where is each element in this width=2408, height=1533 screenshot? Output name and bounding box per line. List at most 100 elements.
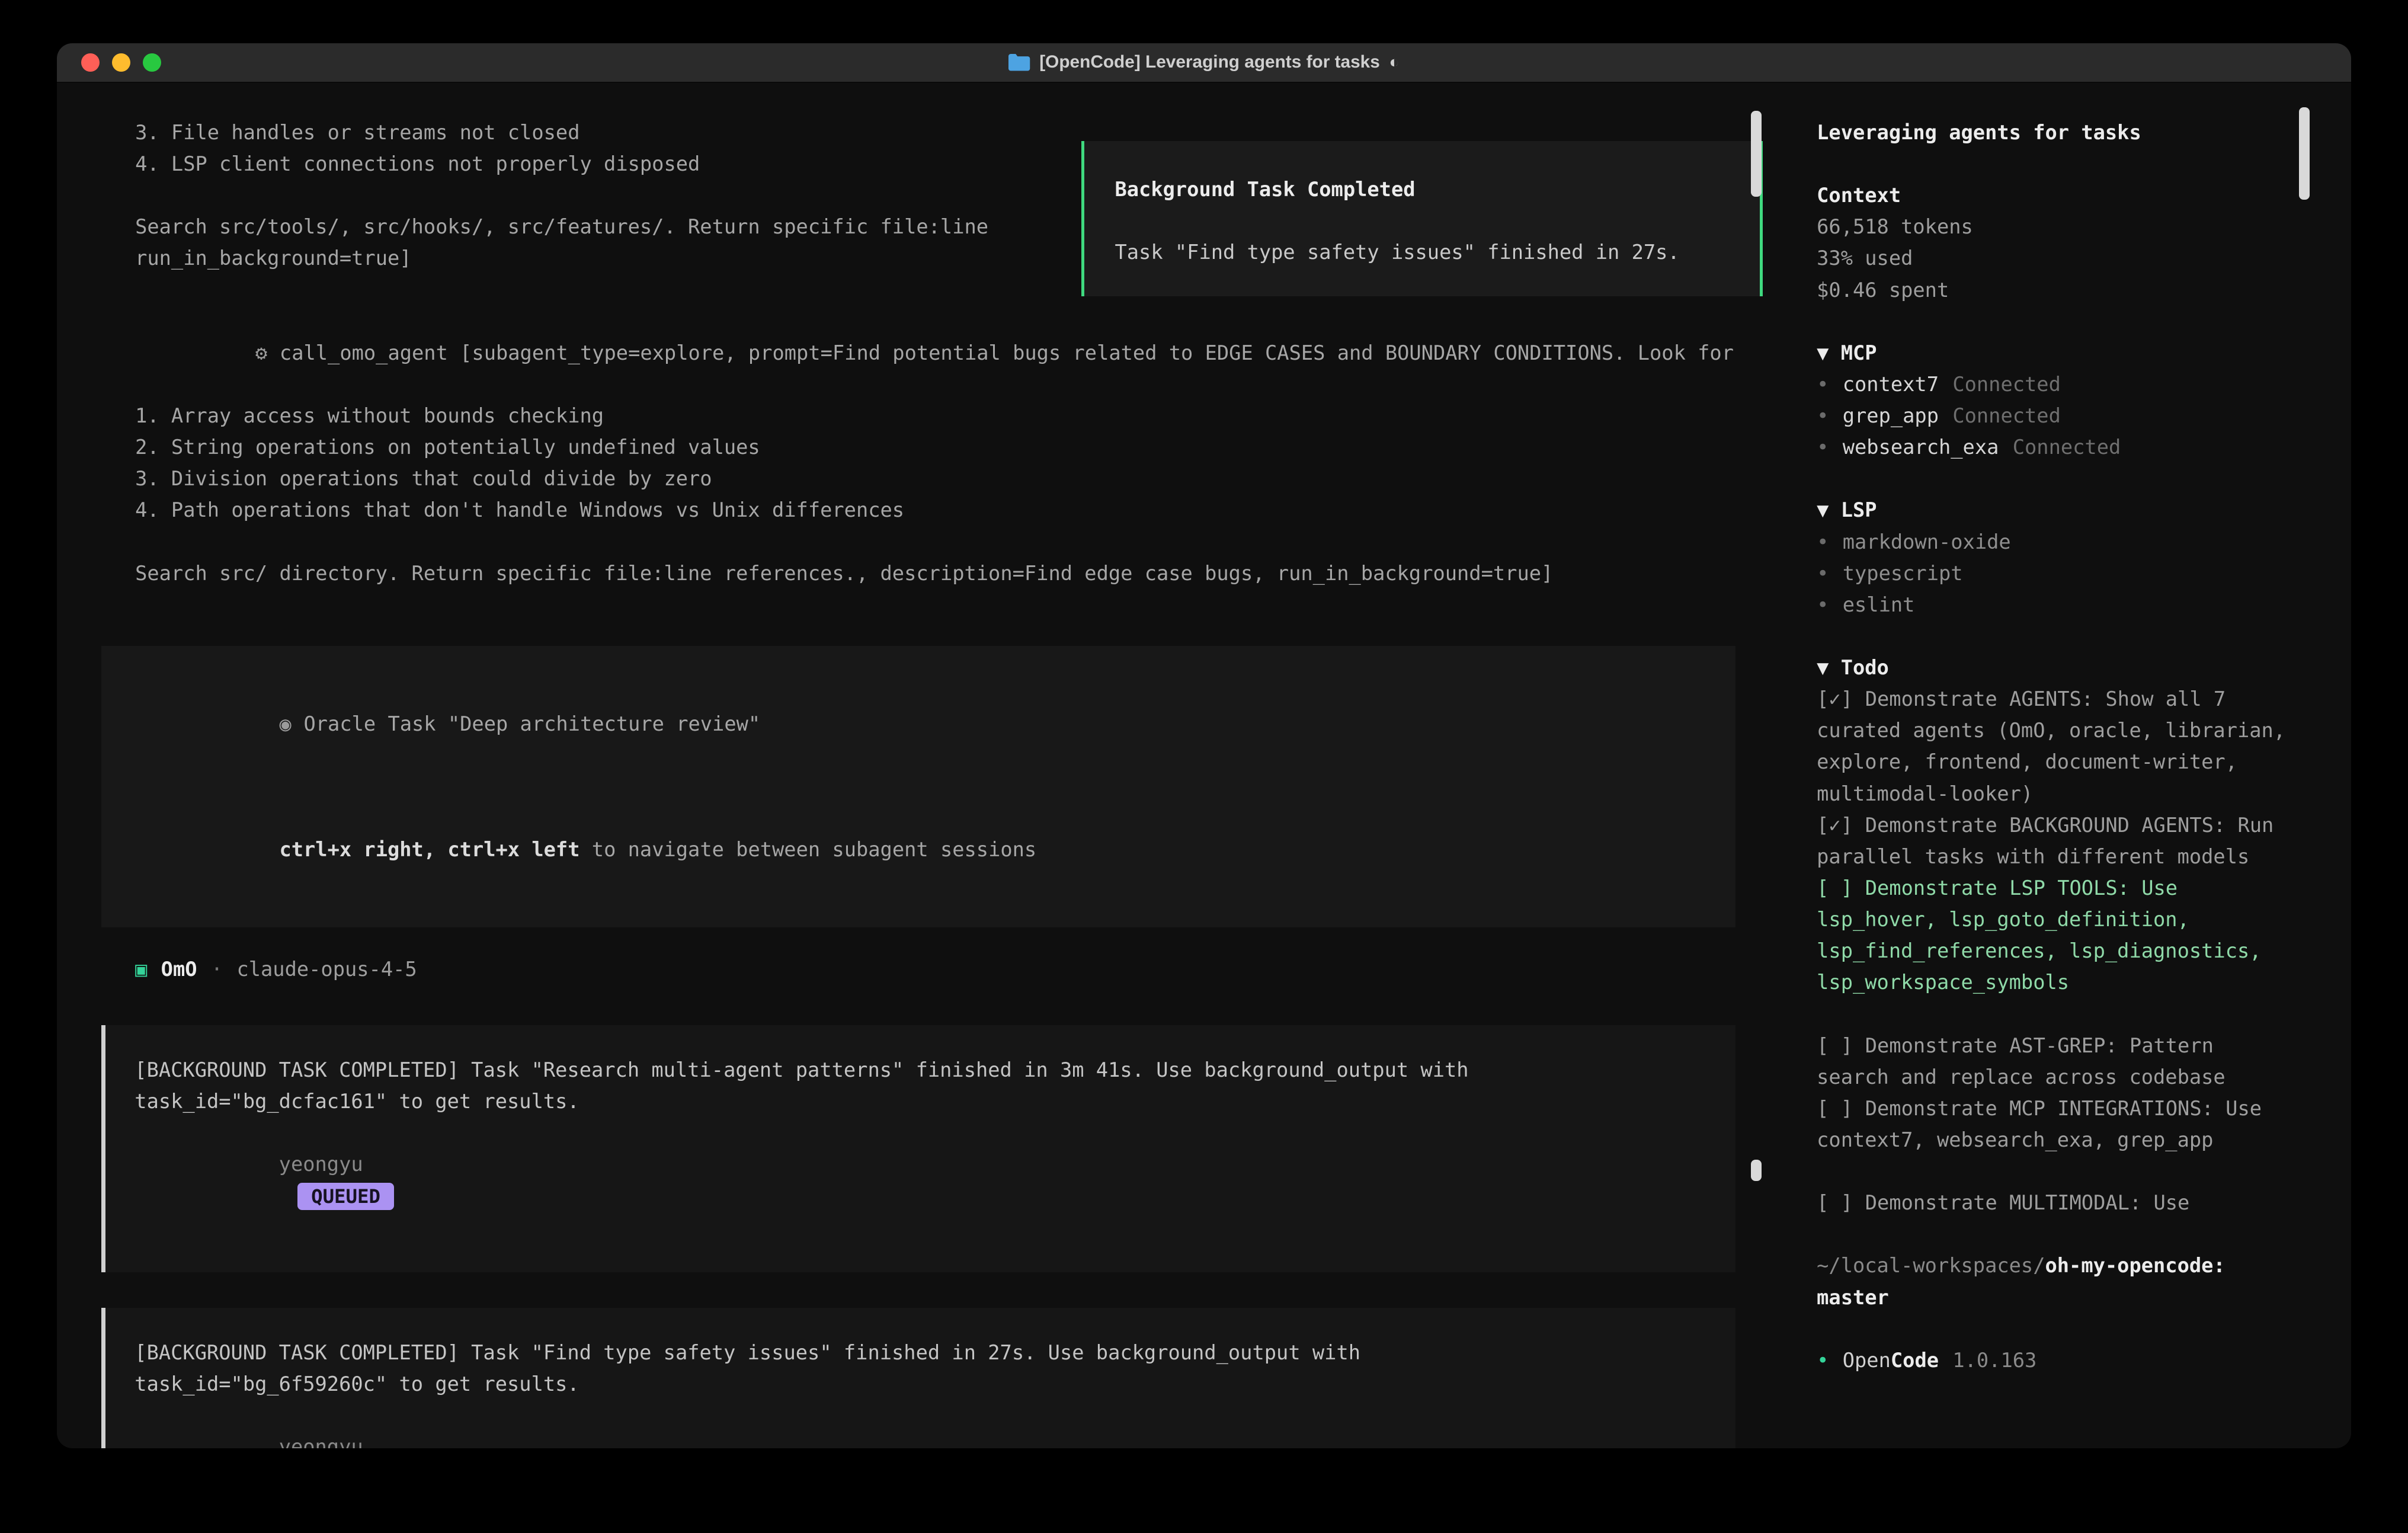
blank-line: [1817, 148, 2292, 180]
notification-toast: Background Task Completed Task "Find typ…: [1081, 141, 1763, 296]
message-block: [BACKGROUND TASK COMPLETED] Task "Resear…: [101, 1025, 1735, 1272]
todo-item: [✓]Demonstrate BACKGROUND AGENTS: Run pa…: [1817, 809, 2292, 872]
gear-icon: ⚙: [255, 341, 267, 364]
workspace-prefix: ~/local-workspaces/: [1817, 1254, 2045, 1277]
bullet-icon: •: [1817, 1345, 1829, 1376]
main-scrollbar-thumb-lower[interactable]: [1751, 1160, 1762, 1181]
message-text: task_id="bg_6f59260c" to get results.: [135, 1368, 1701, 1400]
traffic-lights: [57, 53, 161, 72]
separator-dot: ·: [211, 953, 223, 985]
folder-icon: [1008, 54, 1030, 71]
fisheye-icon: ◉: [279, 712, 291, 735]
message-text: task_id="bg_dcfac161" to get results.: [135, 1086, 1701, 1117]
message-meta-row: yeongyu QUEUED: [135, 1400, 1701, 1448]
todo-item: [ ]Demonstrate AST-GREP: Pattern search …: [1817, 1030, 2292, 1093]
app-version: 1.0.163: [1952, 1345, 2036, 1376]
app-name-bold: Code: [1891, 1345, 1939, 1376]
bullet-icon: •: [1817, 373, 1829, 396]
blank-line: [101, 526, 1763, 558]
todo-text: Demonstrate AST-GREP: Pattern search and…: [1817, 1034, 2226, 1089]
terminal-line: 4. Path operations that don't handle Win…: [101, 494, 1763, 526]
mcp-name: websearch_exa: [1843, 436, 1999, 459]
context-used: 33% used: [1817, 242, 2292, 274]
agent-square-icon: ▣: [135, 953, 147, 985]
terminal-line: Search src/ directory. Return specific f…: [101, 558, 1763, 589]
todo-item: [ ] Demonstrate MULTIMODAL: Use: [1817, 1187, 2292, 1218]
blank-line: [1817, 620, 2292, 652]
close-window-button[interactable]: [81, 53, 100, 72]
checkbox-checked-icon: [✓]: [1817, 814, 1853, 837]
oracle-task-title-line: ◉ Oracle Task "Deep architecture review": [101, 677, 1735, 771]
checkbox-checked-icon: [✓]: [1817, 687, 1853, 711]
todo-text: Demonstrate AGENTS: Show all 7 curated a…: [1817, 687, 2285, 805]
window-title-text: [OpenCode] Leveraging agents for tasks: [1039, 52, 1380, 72]
todo-item: [ ]Demonstrate MCP INTEGRATIONS: Use con…: [1817, 1093, 2292, 1156]
agent-header: ▣ OmO · claude-opus-4-5: [101, 953, 1763, 985]
mcp-item: • context7 Connected: [1817, 369, 2292, 400]
oracle-task-title: Oracle Task "Deep architecture review": [303, 712, 760, 735]
sidebar-scrollbar-thumb[interactable]: [2299, 107, 2310, 200]
bullet-icon: •: [1817, 562, 1829, 585]
mcp-status: Connected: [1952, 373, 2061, 396]
agent-name: OmO: [161, 953, 197, 985]
blank-line: [1817, 306, 2292, 337]
todo-section-header: ▼ Todo: [1817, 652, 2292, 683]
todo-text: Demonstrate LSP TOOLS: Use lsp_hover, ls…: [1817, 876, 2261, 994]
terminal-line: 1. Array access without bounds checking: [101, 400, 1763, 431]
blank-line: [1817, 463, 2292, 494]
message-text: [BACKGROUND TASK COMPLETED] Task "Find t…: [135, 1337, 1701, 1368]
tool-call-text: call_omo_agent [subagent_type=explore, p…: [280, 341, 1734, 364]
mcp-name: grep_app: [1843, 404, 1939, 427]
sidebar: Leveraging agents for tasks Context 66,5…: [1794, 83, 2351, 1448]
mcp-item: • websearch_exa Connected: [1817, 431, 2292, 463]
desktop: [OpenCode] Leveraging agents for tasks ◐…: [0, 0, 2408, 1533]
lsp-name: typescript: [1843, 562, 1963, 585]
message-block: [BACKGROUND TASK COMPLETED] Task "Find t…: [101, 1308, 1735, 1448]
lsp-item: • markdown-oxide: [1817, 526, 2292, 558]
checkbox-empty-icon: [ ]: [1817, 1097, 1853, 1120]
session-title: Leveraging agents for tasks: [1817, 117, 2292, 148]
checkbox-empty-icon: [ ]: [1817, 876, 1853, 900]
mcp-item: • grep_app Connected: [1817, 400, 2292, 431]
workspace-branch: master: [1817, 1286, 1889, 1309]
lsp-name: eslint: [1843, 593, 1915, 616]
bullet-icon: •: [1817, 530, 1829, 553]
main-scrollbar-thumb[interactable]: [1751, 111, 1762, 197]
zoom-window-button[interactable]: [143, 53, 161, 72]
window-title: [OpenCode] Leveraging agents for tasks ◐: [57, 52, 2351, 72]
message-author: yeongyu: [279, 1153, 363, 1176]
titlebar[interactable]: [OpenCode] Leveraging agents for tasks ◐: [57, 43, 2351, 83]
todo-text: Demonstrate MULTIMODAL: Use: [1865, 1191, 2190, 1214]
todo-item: [✓]Demonstrate AGENTS: Show all 7 curate…: [1817, 683, 2292, 809]
checkbox-empty-icon: [ ]: [1817, 1191, 1853, 1214]
busy-indicator-icon: ◐: [1389, 53, 1399, 72]
terminal-window: [OpenCode] Leveraging agents for tasks ◐…: [57, 43, 2351, 1449]
app-version-line: • OpenCode 1.0.163: [1817, 1345, 2292, 1376]
status-badge: QUEUED: [297, 1183, 395, 1211]
context-spent: $0.46 spent: [1817, 274, 2292, 306]
checkbox-empty-icon: [ ]: [1817, 1034, 1853, 1057]
lsp-section-header: ▼ LSP: [1817, 494, 2292, 526]
bullet-icon: •: [1817, 593, 1829, 616]
mcp-status: Connected: [2013, 436, 2121, 459]
agent-model: claude-opus-4-5: [236, 953, 417, 985]
app-name-regular: Open: [1843, 1345, 1891, 1376]
workspace-path: ~/local-workspaces/oh-my-opencode: maste…: [1817, 1250, 2292, 1313]
oracle-task-panel: ◉Oracle Task "Deep architecture review" …: [101, 646, 1735, 928]
message-meta-row: yeongyu QUEUED: [135, 1117, 1701, 1243]
bullet-icon: •: [1817, 436, 1829, 459]
mcp-name: context7: [1843, 373, 1939, 396]
lsp-item: • typescript: [1817, 558, 2292, 589]
minimize-window-button[interactable]: [112, 53, 130, 72]
blank-line: [1817, 1218, 2292, 1250]
shortcut-keys: ctrl+x right, ctrl+x left: [279, 838, 579, 861]
notification-title: Background Task Completed: [1115, 174, 1738, 205]
bullet-icon: •: [1817, 404, 1829, 427]
mcp-status: Connected: [1952, 404, 2061, 427]
shortcut-description: to navigate between subagent sessions: [580, 838, 1037, 861]
terminal-main: 3. File handles or streams not closed 4.…: [57, 83, 1794, 1448]
blank-line: [1817, 1313, 2292, 1345]
notification-body: Task "Find type safety issues" finished …: [1115, 236, 1738, 268]
lsp-name: markdown-oxide: [1843, 530, 2011, 553]
oracle-shortcut-hint: ctrl+x right, ctrl+x left to navigate be…: [101, 802, 1735, 897]
